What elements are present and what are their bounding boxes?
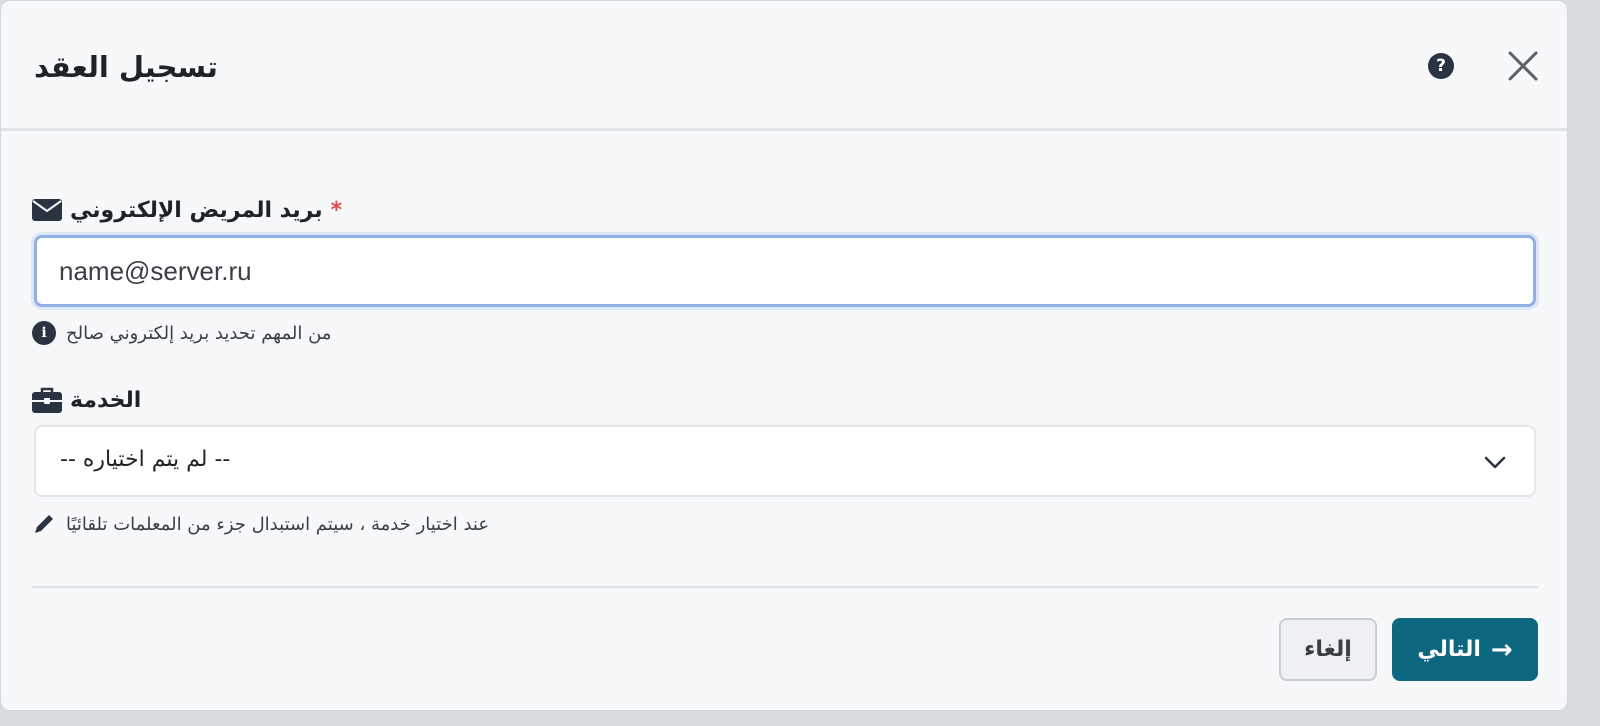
briefcase-icon [32, 387, 62, 413]
chevron-down-icon [1484, 456, 1506, 469]
service-hint-text: عند اختيار خدمة ، سيتم استبدال جزء من ال… [66, 513, 490, 535]
email-hint: i من المهم تحديد بريد إلكتروني صالح [32, 319, 331, 347]
email-label-text: بريد المريض الإلكتروني [70, 197, 323, 223]
service-field-label: الخدمة [32, 384, 141, 416]
info-circle-icon: i [32, 321, 56, 345]
footer-divider [32, 586, 1538, 588]
cancel-button[interactable]: إلغاء [1279, 618, 1377, 681]
envelope-icon [32, 199, 62, 221]
contract-registration-dialog: تسجيل العقد ? بريد المريض الإلكتروني * i… [0, 0, 1568, 711]
help-icon[interactable]: ? [1428, 53, 1454, 79]
dialog-title: تسجيل العقد [34, 50, 218, 84]
service-select-value: -- لم يتم اختياره -- [60, 447, 231, 472]
email-hint-text: من المهم تحديد بريد إلكتروني صالح [66, 322, 332, 344]
service-hint: عند اختيار خدمة ، سيتم استبدال جزء من ال… [32, 510, 489, 538]
email-field-label: بريد المريض الإلكتروني * [32, 194, 342, 226]
next-button-label: التالي [1417, 637, 1481, 662]
next-button[interactable]: التالي → [1392, 618, 1538, 681]
arrow-right-icon: → [1490, 634, 1513, 665]
pencil-icon [35, 515, 53, 533]
dialog-header: تسجيل العقد ? [1, 1, 1567, 131]
cancel-button-label: إلغاء [1304, 637, 1352, 662]
required-mark: * [330, 197, 343, 223]
close-icon[interactable] [1505, 48, 1541, 84]
service-select[interactable]: -- لم يتم اختياره -- [34, 425, 1536, 497]
patient-email-input[interactable] [34, 235, 1536, 307]
service-label-text: الخدمة [70, 387, 142, 413]
